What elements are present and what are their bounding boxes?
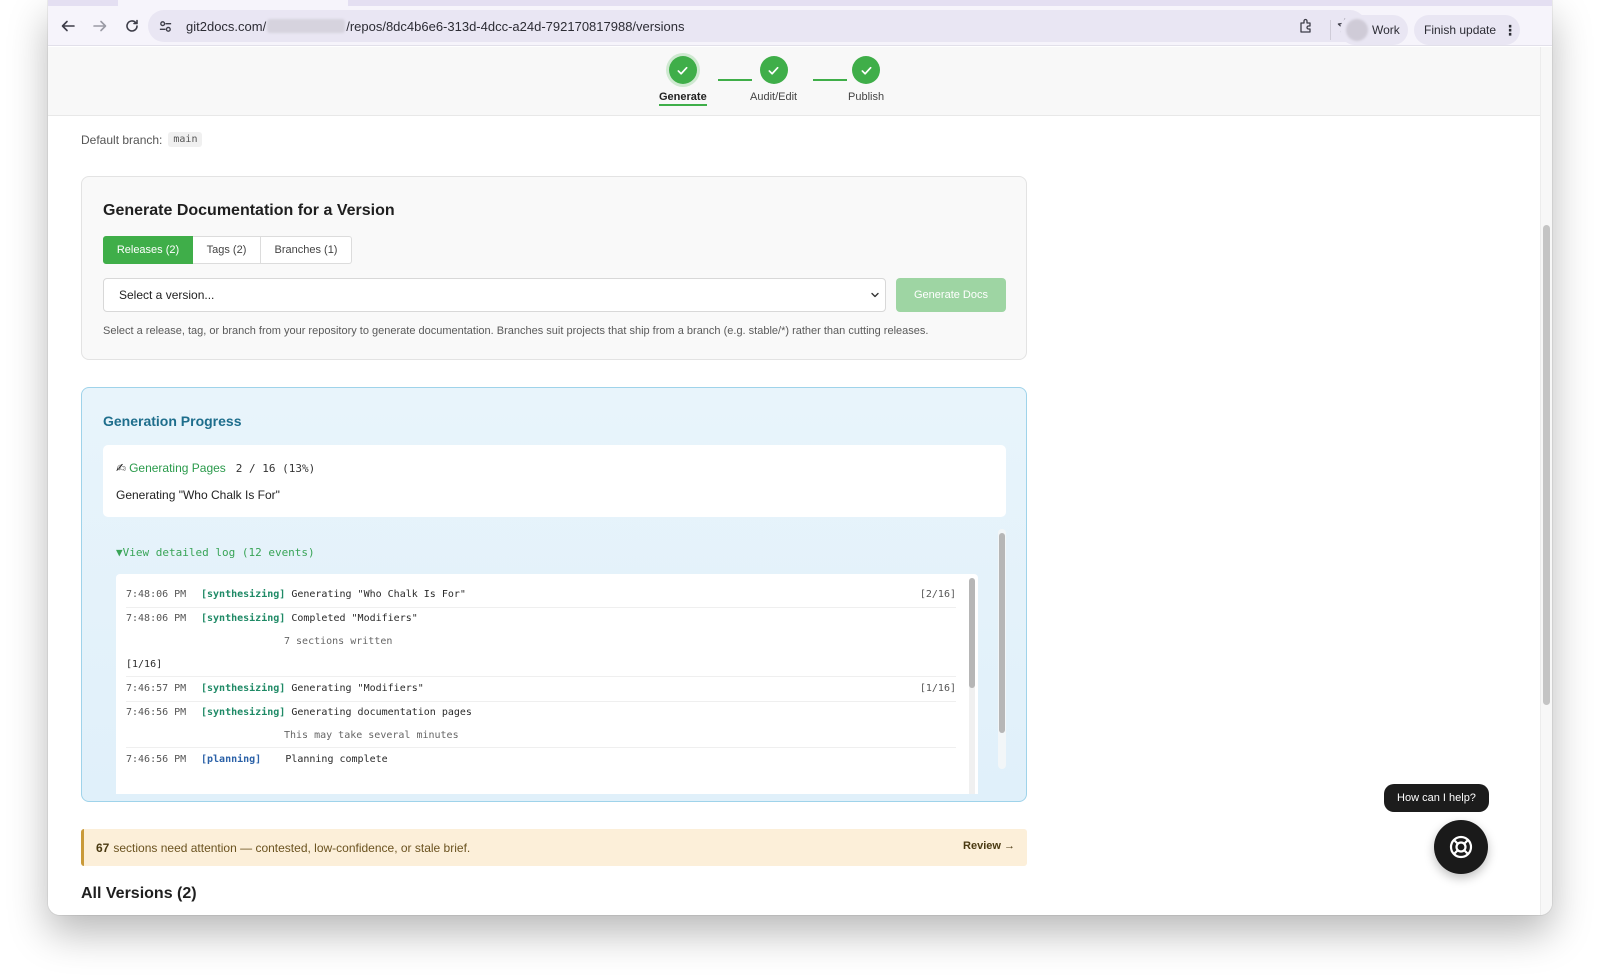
progress-phase-line: ✍ Generating Pages 2 / 16 (13%) [116, 461, 315, 475]
page-scrollbar-thumb[interactable] [1543, 225, 1550, 705]
step-connector [718, 79, 752, 81]
progress-count: 2 / 16 (13%) [235, 461, 316, 475]
tab-tags[interactable]: Tags (2) [193, 236, 261, 264]
version-select[interactable]: Select a version... [103, 278, 886, 312]
default-branch-value: main [168, 132, 203, 147]
browser-window: git2docs.com/ /repos/8dc4b6e6-313d-4dcc-… [48, 0, 1552, 915]
toolbar-divider [1330, 20, 1331, 40]
check-icon [759, 56, 788, 84]
log-entry-note: This may take several minutes [284, 730, 459, 741]
attention-count: 67 [96, 840, 110, 855]
url-suffix: /repos/8dc4b6e6-313d-4dcc-a24d-792170817… [346, 18, 685, 34]
forward-icon[interactable] [85, 11, 115, 41]
profile-label: Work [1372, 23, 1400, 37]
version-type-tabs: Releases (2) Tags (2) Branches (1) [103, 236, 352, 264]
detailed-log: ▼View detailed log (12 events) 7:48:06 P… [103, 527, 1006, 801]
check-icon [668, 56, 697, 84]
page-scrollbar[interactable] [1540, 47, 1552, 915]
log-entry: 7:46:56 PM [synthesizing] Generating docu… [126, 707, 472, 718]
step-label: Publish [848, 91, 885, 103]
reload-icon[interactable] [117, 11, 147, 41]
browser-toolbar: git2docs.com/ /repos/8dc4b6e6-313d-4dcc-… [48, 6, 1552, 46]
url-text: git2docs.com/ /repos/8dc4b6e6-313d-4dcc-… [186, 19, 684, 34]
help-button[interactable] [1434, 820, 1488, 874]
log-entry-note: 7 sections written [284, 636, 393, 647]
default-branch-label: Default branch: [81, 132, 163, 147]
step-audit-edit[interactable]: Audit/Edit [750, 56, 797, 103]
generate-title: Generate Documentation for a Version [103, 202, 395, 219]
log-entry: 7:48:06 PM [synthesizing] Completed "Modi… [126, 613, 418, 624]
more-vert-icon: ⋮ [1503, 22, 1518, 38]
log-entry: 7:46:57 PM [synthesizing] Generating "Mod… [126, 683, 956, 694]
extensions-icon[interactable] [1298, 17, 1316, 35]
address-bar[interactable]: git2docs.com/ /repos/8dc4b6e6-313d-4dcc-… [148, 10, 1366, 42]
chevron-down-icon [871, 292, 879, 298]
review-link[interactable]: Review → [963, 840, 1015, 852]
lifebuoy-icon [1449, 835, 1473, 859]
tab-releases[interactable]: Releases (2) [103, 236, 193, 264]
log-separator [126, 701, 956, 702]
profile-button[interactable]: Work [1340, 15, 1408, 45]
log-list-scrollbar[interactable] [969, 578, 975, 794]
page-content: Generate Audit/Edit Publish Default bran… [48, 47, 1540, 915]
log-entry: 7:46:56 PM [planning] Planning complete [126, 754, 388, 765]
site-settings-icon[interactable] [158, 17, 176, 35]
version-select-value: Select a version... [119, 288, 215, 302]
finish-update-label: Finish update [1424, 23, 1497, 37]
log-separator [126, 607, 956, 608]
avatar [1346, 19, 1368, 41]
attention-text: sections need attention — contested, low… [113, 840, 471, 855]
generate-help-text: Select a release, tag, or branch from yo… [103, 325, 929, 337]
step-connector [813, 79, 847, 81]
progress-status: ✍ Generating Pages 2 / 16 (13%) Generati… [103, 445, 1006, 517]
step-generate[interactable]: Generate [659, 56, 707, 106]
progress-title: Generation Progress [103, 413, 242, 429]
all-versions-heading: All Versions (2) [81, 885, 197, 902]
generation-progress-card: Generation Progress ✍ Generating Pages 2… [81, 387, 1027, 802]
url-redacted [267, 19, 346, 33]
step-label: Generate [659, 91, 707, 106]
attention-banner: 67 sections need attention — contested, … [81, 829, 1027, 866]
finish-update-button[interactable]: Finish update ⋮ [1414, 15, 1520, 45]
check-icon [852, 56, 881, 84]
tab-branches[interactable]: Branches (1) [261, 236, 352, 264]
log-scrollbar[interactable] [998, 529, 1006, 769]
log-list: 7:48:06 PM [synthesizing] Generating "Who… [116, 574, 978, 794]
progress-phase: Generating Pages [129, 461, 226, 475]
log-entry: 7:48:06 PM [synthesizing] Generating "Who… [126, 589, 956, 600]
back-icon[interactable] [53, 11, 83, 41]
generate-docs-button[interactable]: Generate Docs [896, 278, 1006, 312]
log-separator [126, 747, 956, 748]
url-prefix: git2docs.com/ [186, 18, 267, 34]
help-bubble[interactable]: How can I help? [1384, 784, 1489, 812]
step-label: Audit/Edit [750, 91, 798, 103]
default-branch: Default branch: main [81, 132, 203, 147]
generate-docs-card: Generate Documentation for a Version Rel… [81, 176, 1027, 360]
log-entry-step: [1/16] [126, 659, 163, 670]
workflow-stepper: Generate Audit/Edit Publish [48, 47, 1540, 116]
log-separator [126, 676, 956, 677]
writing-hand-icon: ✍ [116, 461, 127, 475]
step-publish[interactable]: Publish [848, 56, 884, 103]
progress-current-task: Generating "Who Chalk Is For" [116, 488, 280, 502]
view-log-toggle[interactable]: ▼View detailed log (12 events) [116, 546, 315, 559]
